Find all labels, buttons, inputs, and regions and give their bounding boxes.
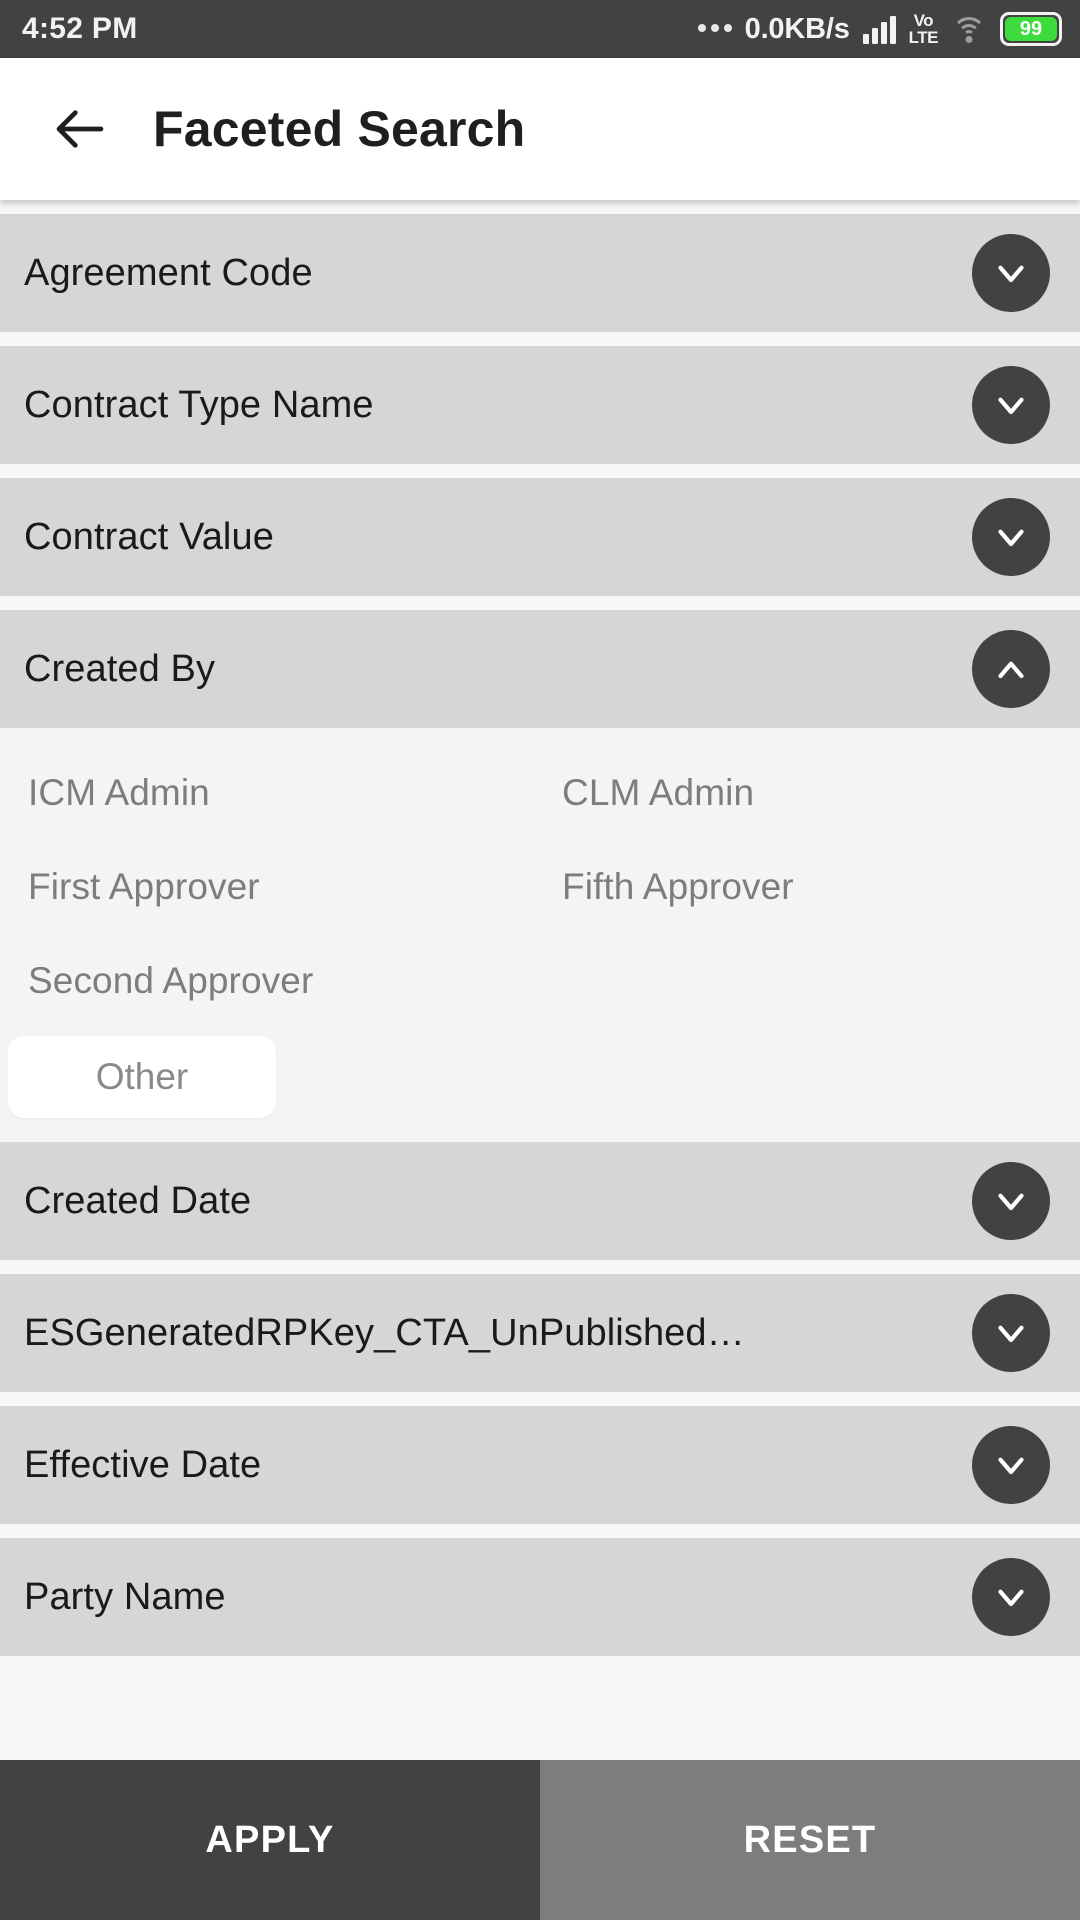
chevron-down-icon[interactable] [972, 498, 1050, 576]
facet-option[interactable]: Fifth Approver [540, 840, 1080, 934]
wifi-icon [951, 15, 987, 43]
volte-icon: Vo LTE [908, 11, 939, 47]
facet-label: Agreement Code [24, 251, 313, 294]
battery-icon: 99 [1000, 12, 1062, 46]
facet-label: Contract Type Name [24, 383, 374, 426]
signal-bars-icon [862, 14, 896, 44]
chevron-up-icon[interactable] [972, 630, 1050, 708]
facet-label: Contract Value [24, 515, 274, 558]
status-bar: 4:52 PM 0.0KB/s Vo LTE 99 [0, 0, 1080, 58]
facet-header[interactable]: Agreement Code [0, 214, 1080, 332]
facet-label: Created Date [24, 1179, 252, 1222]
battery-level-label: 99 [1005, 17, 1057, 41]
back-arrow-icon[interactable] [45, 94, 115, 164]
facet-list[interactable]: Agreement Code Contract Type Name Contra… [0, 200, 1080, 1760]
list-gap [0, 1524, 1080, 1538]
facet-row[interactable]: Party Name [0, 1538, 1080, 1656]
facet-options-panel[interactable]: ICM Admin CLM Admin First Approver Fifth… [0, 728, 1080, 1142]
facet-row[interactable]: Contract Type Name [0, 346, 1080, 464]
list-gap [0, 200, 1080, 214]
facet-header[interactable]: ESGeneratedRPKey_CTA_UnPublished_ICMFre… [0, 1274, 1080, 1392]
facet-row[interactable]: Contract Value [0, 478, 1080, 596]
facet-header[interactable]: Party Name [0, 1538, 1080, 1656]
volte-icon-bottom: LTE [908, 28, 939, 47]
status-bar-clock: 4:52 PM [22, 12, 138, 45]
overflow-dots-icon [697, 23, 732, 35]
apply-button[interactable]: APPLY [0, 1760, 540, 1920]
reset-button[interactable]: RESET [540, 1760, 1080, 1920]
facet-label: Party Name [24, 1575, 226, 1618]
facet-option[interactable]: CLM Admin [540, 746, 1080, 840]
facet-header[interactable]: Contract Type Name [0, 346, 1080, 464]
list-gap [0, 464, 1080, 478]
back-arrow-glyph [56, 110, 104, 148]
facet-row[interactable]: Effective Date [0, 1406, 1080, 1524]
facet-option-other-chip[interactable]: Other [8, 1036, 276, 1118]
facet-header[interactable]: Created By [0, 610, 1080, 728]
network-speed-label: 0.0KB/s [744, 12, 850, 45]
volte-icon-top: Vo [913, 11, 934, 30]
footer-actions: APPLY RESET [0, 1760, 1080, 1920]
list-gap [0, 1260, 1080, 1274]
chevron-down-icon[interactable] [972, 1162, 1050, 1240]
chevron-down-icon[interactable] [972, 1558, 1050, 1636]
list-gap [0, 596, 1080, 610]
status-bar-icons: 0.0KB/s Vo LTE 99 [697, 11, 1062, 47]
page-title: Faceted Search [153, 101, 526, 157]
list-gap [0, 332, 1080, 346]
facet-header[interactable]: Contract Value [0, 478, 1080, 596]
facet-header[interactable]: Effective Date [0, 1406, 1080, 1524]
facet-label: ESGeneratedRPKey_CTA_UnPublished_ICMFre… [24, 1311, 764, 1354]
facet-option-chip-row: Other [0, 1028, 1080, 1118]
chevron-down-icon[interactable] [972, 366, 1050, 444]
facet-options-grid: ICM Admin CLM Admin First Approver Fifth… [0, 746, 1080, 1028]
facet-label: Effective Date [24, 1443, 262, 1486]
facet-option[interactable]: First Approver [0, 840, 540, 934]
facet-row-created-by[interactable]: Created By [0, 610, 1080, 728]
chevron-down-icon[interactable] [972, 234, 1050, 312]
facet-header[interactable]: Created Date [0, 1142, 1080, 1260]
facet-option[interactable]: Second Approver [0, 934, 540, 1028]
facet-option[interactable]: ICM Admin [0, 746, 540, 840]
facet-row[interactable]: Agreement Code [0, 214, 1080, 332]
facet-option-empty [540, 934, 1080, 1028]
list-gap [0, 1392, 1080, 1406]
facet-row[interactable]: ESGeneratedRPKey_CTA_UnPublished_ICMFre… [0, 1274, 1080, 1392]
app-bar: Faceted Search [0, 58, 1080, 200]
chevron-down-icon[interactable] [972, 1294, 1050, 1372]
chevron-down-icon[interactable] [972, 1426, 1050, 1504]
facet-label: Created By [24, 647, 216, 690]
facet-row[interactable]: Created Date [0, 1142, 1080, 1260]
